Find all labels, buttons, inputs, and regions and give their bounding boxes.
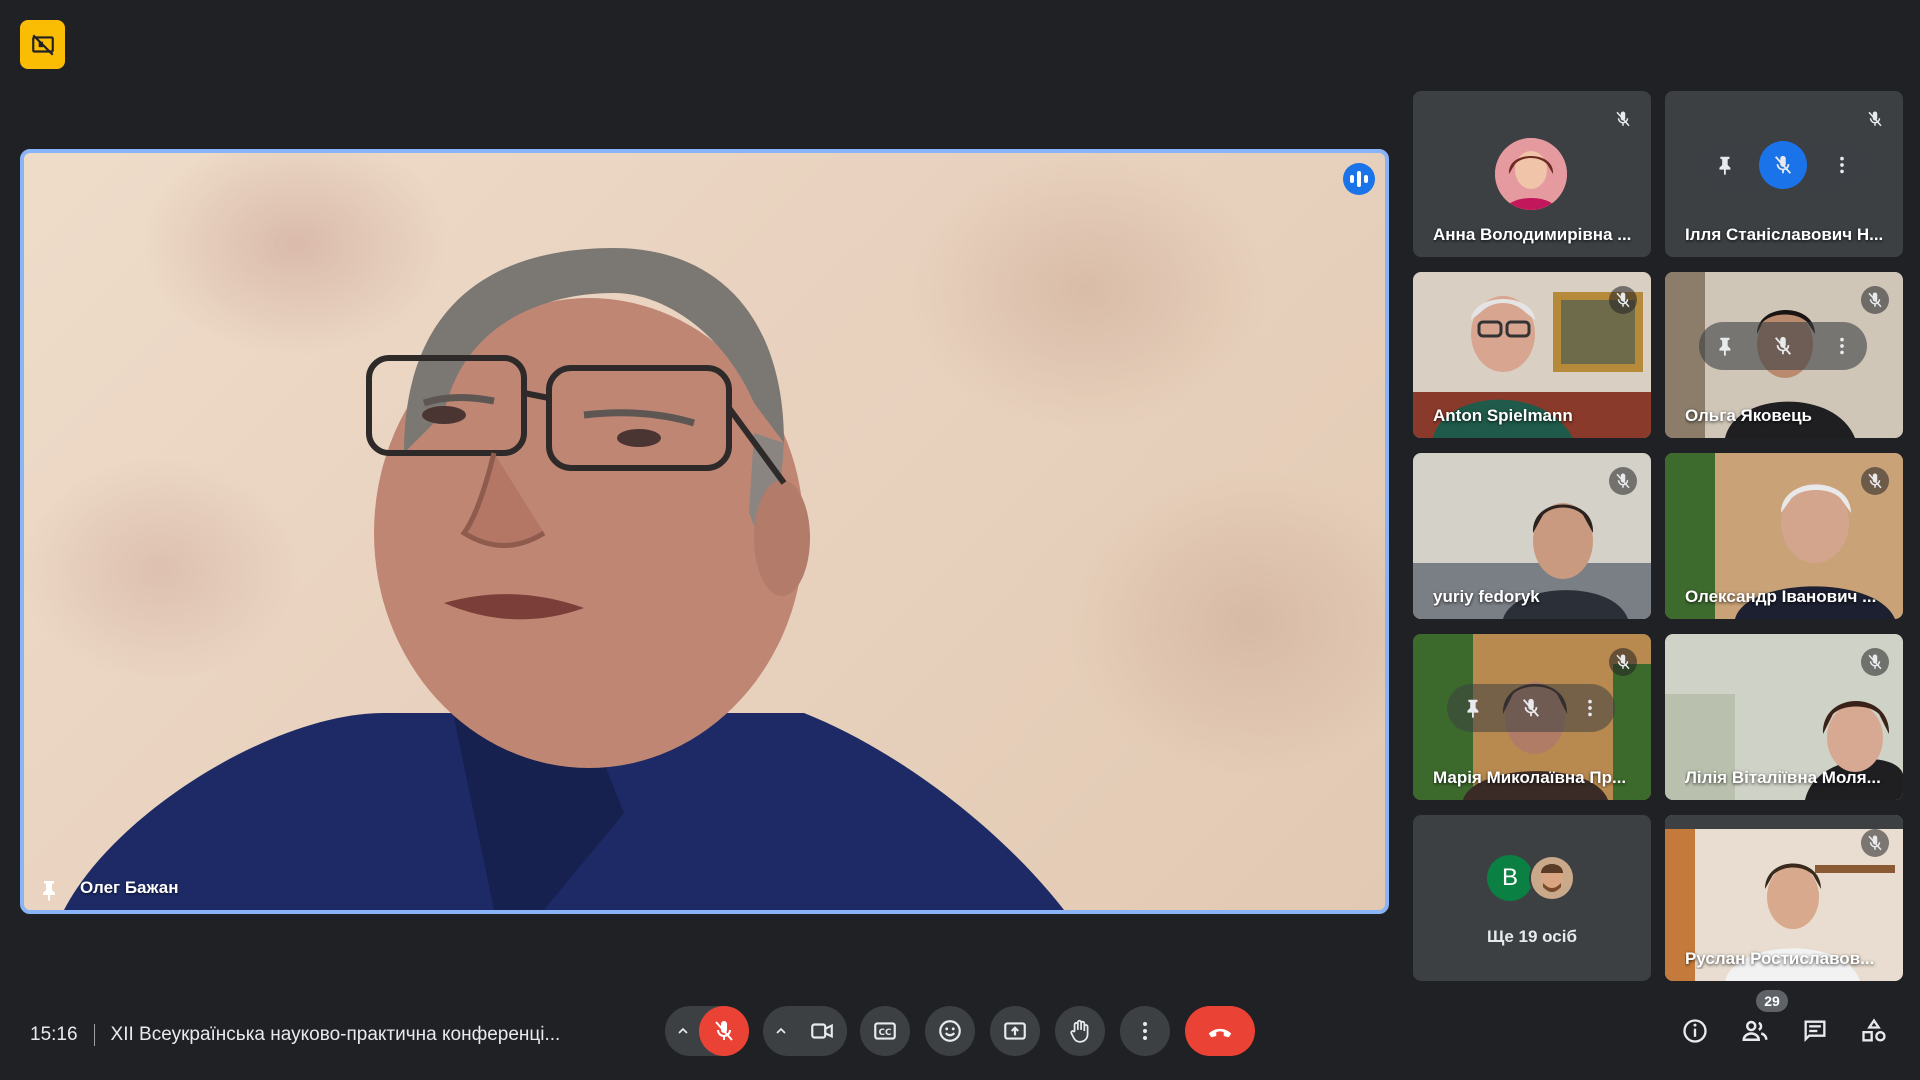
- mic-off-icon: [1609, 648, 1637, 676]
- tile-hover-controls: [1447, 684, 1615, 732]
- participant-name: Лілія Віталіївна Моля...: [1685, 768, 1881, 787]
- mic-off-icon: [1774, 336, 1792, 355]
- camera-options-chevron-icon[interactable]: [768, 1018, 794, 1044]
- tile-hover-controls: [1699, 141, 1867, 189]
- participants-count-badge: 29: [1756, 990, 1788, 1012]
- participant-name: Олександр Іванович ...: [1685, 587, 1877, 606]
- participant-tile[interactable]: Anton Spielmann: [1413, 272, 1651, 438]
- present-screen-button[interactable]: [990, 1006, 1040, 1056]
- participant-name: Ольга Яковець: [1685, 406, 1812, 425]
- pin-icon[interactable]: [1713, 335, 1735, 357]
- speaking-indicator: [1343, 163, 1375, 195]
- more-options-icon[interactable]: [1831, 154, 1853, 176]
- mic-options-chevron-icon[interactable]: [670, 1018, 696, 1044]
- participant-avatar: [1495, 138, 1567, 210]
- closed-captions-icon: CC: [874, 1022, 896, 1040]
- info-icon: [1683, 1019, 1707, 1043]
- mic-off-icon: [1609, 105, 1637, 133]
- mic-off-icon: [1861, 648, 1889, 676]
- present-screen-icon: [1004, 1022, 1026, 1040]
- presentation-status-badge[interactable]: [20, 20, 65, 69]
- pin-icon[interactable]: [1461, 697, 1483, 719]
- participant-name: Anton Spielmann: [1433, 406, 1573, 425]
- svg-text:CC: CC: [879, 1028, 892, 1038]
- more-options-icon[interactable]: [1831, 335, 1853, 357]
- mute-participant-button[interactable]: [1507, 684, 1555, 732]
- chat-icon: [1804, 1020, 1826, 1042]
- mic-off-icon: [1522, 698, 1540, 717]
- hand-icon: [1070, 1019, 1089, 1043]
- microphone-toggle-button[interactable]: [699, 1006, 749, 1056]
- pin-icon[interactable]: [1713, 154, 1735, 176]
- participant-initial-avatar: B: [1487, 855, 1533, 901]
- mic-off-icon: [1861, 829, 1889, 857]
- mic-off-icon: [1774, 155, 1792, 174]
- emoji-icon: [939, 1020, 961, 1042]
- video-camera-icon: [811, 1023, 833, 1039]
- shapes-activities-icon: [1862, 1018, 1886, 1042]
- mic-off-icon: [1861, 467, 1889, 495]
- mute-participant-button[interactable]: [1759, 322, 1807, 370]
- mic-off-icon: [1861, 105, 1889, 133]
- meeting-details-button[interactable]: [1679, 1015, 1711, 1047]
- speaker-video: [64, 248, 1064, 910]
- more-vert-icon: [1143, 1022, 1147, 1040]
- meeting-details[interactable]: 15:16 XII Всеукраїнська науково-практичн…: [30, 1024, 560, 1046]
- participants-button[interactable]: [1739, 1015, 1771, 1047]
- participant-tile[interactable]: Лілія Віталіївна Моля...: [1665, 634, 1903, 800]
- tile-hover-controls: [1699, 322, 1867, 370]
- more-options-icon[interactable]: [1579, 697, 1601, 719]
- more-participants-label: Ще 19 осіб: [1487, 927, 1577, 946]
- chat-button[interactable]: [1799, 1015, 1831, 1047]
- meeting-title: XII Всеукраїнська науково-практична конф…: [110, 1024, 561, 1045]
- participant-tile[interactable]: Ілля Станіславович Н...: [1665, 91, 1903, 257]
- mic-off-icon: [1609, 467, 1637, 495]
- camera-toggle-button[interactable]: [797, 1006, 847, 1056]
- participant-tile[interactable]: Ольга Яковець: [1665, 272, 1903, 438]
- more-participants-tile[interactable]: B Ще 19 осіб: [1413, 815, 1651, 981]
- participant-avatar: [1529, 855, 1575, 901]
- pin-icon[interactable]: [36, 878, 60, 902]
- clock-time: 15:16: [30, 1024, 78, 1045]
- participant-name: Анна Володимирівна ...: [1433, 225, 1632, 244]
- participant-tile[interactable]: Анна Володимирівна ...: [1413, 91, 1651, 257]
- participant-tile[interactable]: yuriy fedoryk: [1413, 453, 1651, 619]
- leave-call-button[interactable]: [1185, 1006, 1255, 1056]
- participant-name: Руслан Ростиславов...: [1685, 949, 1875, 968]
- more-options-button[interactable]: [1120, 1006, 1170, 1056]
- captions-button[interactable]: CC: [860, 1006, 910, 1056]
- people-icon: [1742, 1020, 1768, 1041]
- participant-name: yuriy fedoryk: [1433, 587, 1540, 606]
- main-speaker-name: Олег Бажан: [80, 878, 179, 897]
- hang-up-icon: [1208, 1028, 1232, 1038]
- activities-button[interactable]: [1858, 1015, 1890, 1047]
- participant-name: Марія Миколаївна Пр...: [1433, 768, 1627, 787]
- participant-tile[interactable]: Олександр Іванович ...: [1665, 453, 1903, 619]
- participant-name: Ілля Станіславович Н...: [1685, 225, 1884, 244]
- mute-participant-button[interactable]: [1759, 141, 1807, 189]
- participant-tile[interactable]: Марія Миколаївна Пр...: [1413, 634, 1651, 800]
- mic-off-icon: [715, 1021, 733, 1041]
- divider: [93, 1024, 95, 1046]
- no-video-presentation-icon: [31, 33, 54, 56]
- mic-off-icon: [1609, 286, 1637, 314]
- main-speaker-tile[interactable]: Олег Бажан: [20, 149, 1389, 914]
- participant-tile[interactable]: Руслан Ростиславов...: [1665, 815, 1903, 981]
- mic-off-icon: [1861, 286, 1889, 314]
- reactions-button[interactable]: [925, 1006, 975, 1056]
- raise-hand-button[interactable]: [1055, 1006, 1105, 1056]
